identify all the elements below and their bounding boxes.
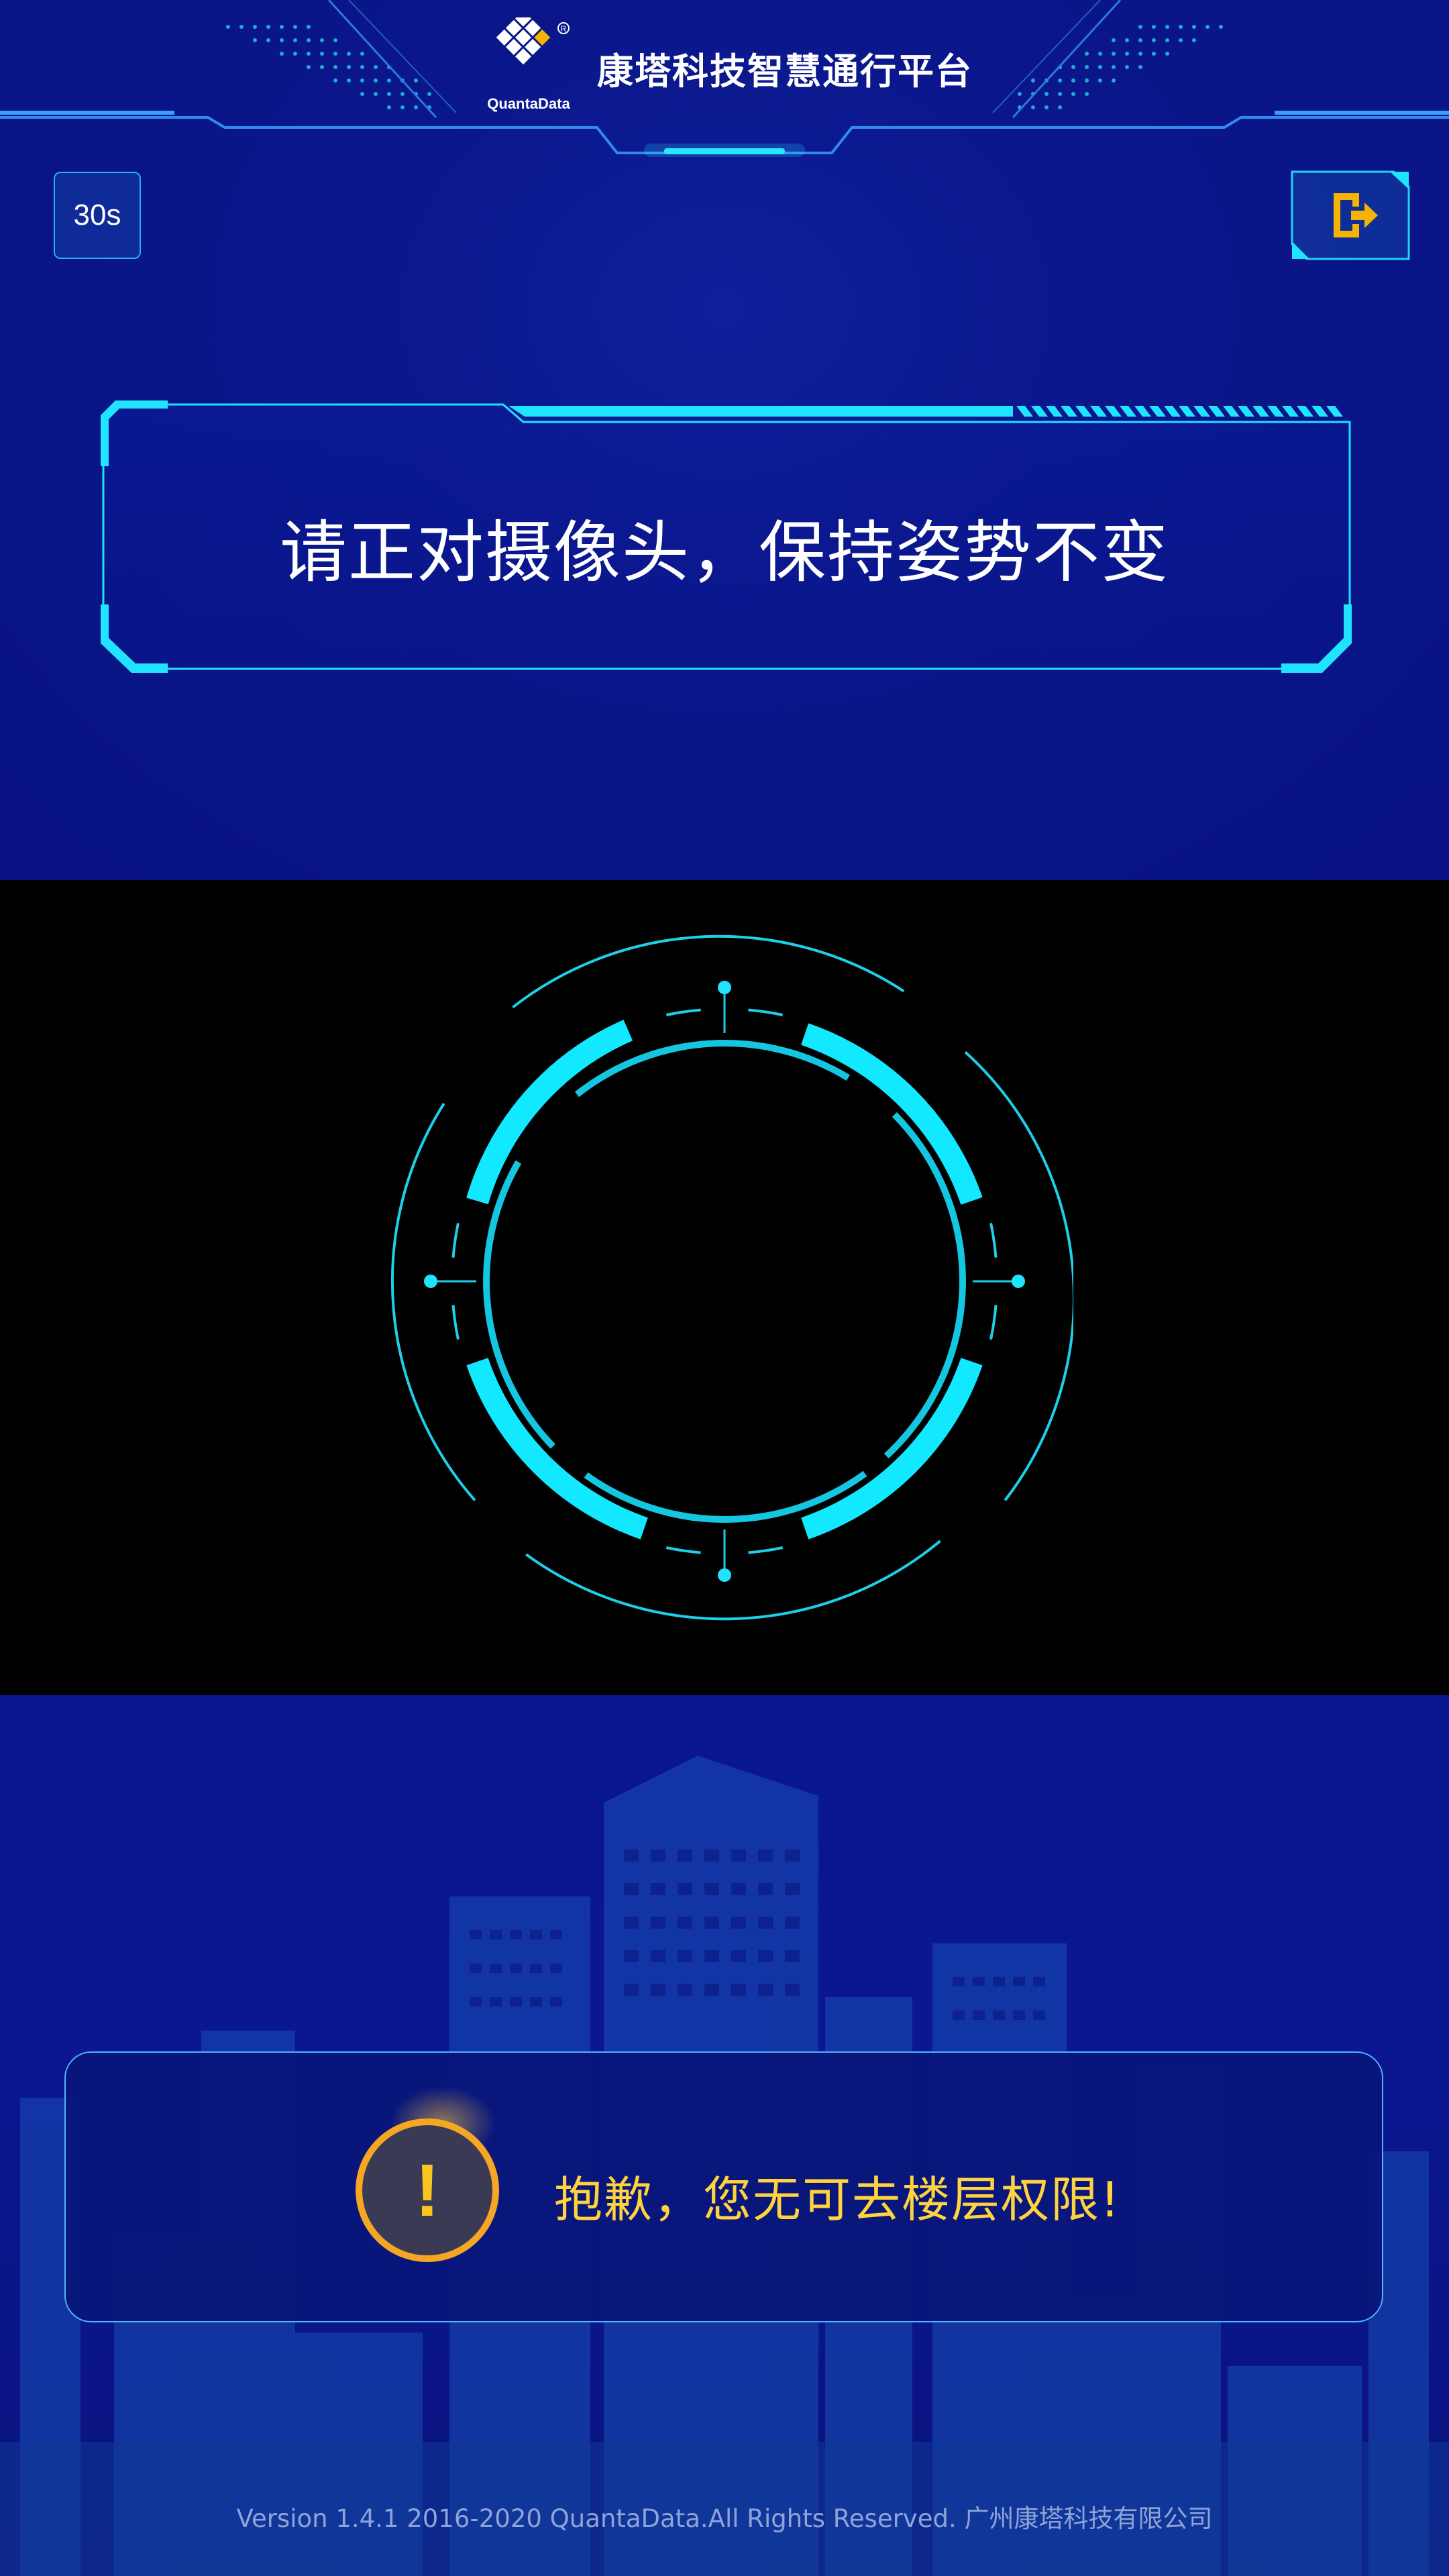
- exit-button[interactable]: [1289, 169, 1411, 262]
- alert-message: 抱歉，您无可去楼层权限!: [554, 2171, 1121, 2228]
- brand-name: QuantaData: [487, 95, 570, 112]
- svg-text:R: R: [561, 24, 567, 34]
- countdown-timer: 30s: [54, 172, 141, 259]
- left-dot-pattern: [226, 25, 431, 109]
- prompt-text: 请正对摄像头，保持姿势不变: [280, 513, 1169, 592]
- face-scan-ring: [390, 934, 1073, 1621]
- footer-copyright: Version 1.4.1 2016-2020 QuantaData.All R…: [236, 2504, 1213, 2533]
- top-section: R QuantaData 康塔科技智慧通行平台 30s 请正对摄像头，保持姿势不…: [0, 0, 1449, 880]
- page-title: 康塔科技智慧通行平台: [597, 50, 973, 93]
- right-dot-pattern: [1018, 25, 1223, 109]
- warning-icon: !: [356, 2118, 499, 2262]
